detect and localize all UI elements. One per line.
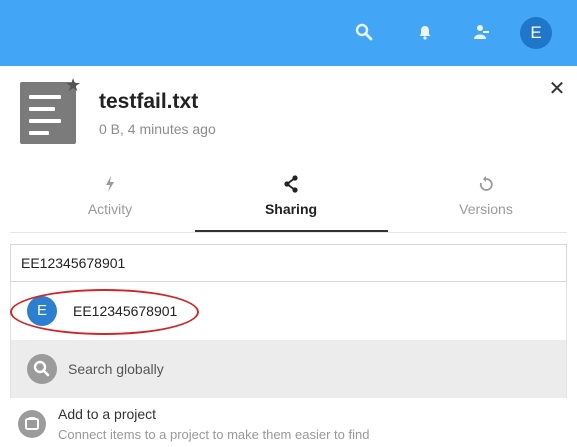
search-icon [27,354,57,384]
notifications-icon[interactable] [415,22,435,42]
highlight-annotation [10,289,199,335]
tab-activity[interactable]: Activity [35,175,185,219]
user-avatar[interactable]: E [520,17,552,49]
tab-sharing[interactable]: Sharing [216,175,366,219]
tab-versions[interactable]: Versions [411,175,561,219]
search-icon[interactable] [354,22,374,42]
project-icon [18,410,46,438]
file-name: testfail.txt [99,90,199,113]
favorite-star-icon[interactable]: ★ [65,76,81,94]
file-meta: 0 B, 4 minutes ago [99,121,216,137]
history-icon [411,175,561,193]
share-icon [216,175,366,193]
app-header: E [0,0,577,66]
share-search-input[interactable] [10,244,567,282]
search-globally-item[interactable]: Search globally [11,340,566,398]
tab-label: Activity [87,201,133,217]
contacts-icon[interactable] [471,22,491,42]
share-suggestions-dropdown: E EE12345678901 Search globally [10,282,567,398]
suggestion-item[interactable]: E EE12345678901 [10,282,566,340]
close-button[interactable]: ✕ [546,78,568,100]
add-to-project-description: Connect items to a project to make them … [58,427,370,442]
tab-label: Sharing [264,201,318,217]
active-tab-indicator [195,230,388,232]
sidebar-tabs: Activity Sharing Versions [0,175,577,233]
tabs-divider [10,232,567,233]
tab-label: Versions [459,201,513,217]
add-to-project-link[interactable]: Add to a project [58,406,156,422]
activity-icon [35,175,185,193]
search-globally-label: Search globally [68,361,164,377]
